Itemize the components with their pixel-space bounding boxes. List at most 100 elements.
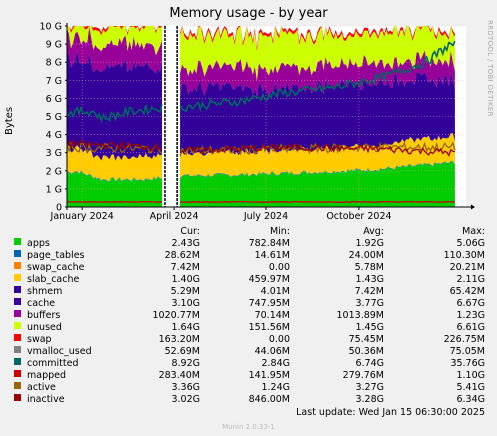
- legend-min: 0.00: [268, 334, 290, 345]
- legend-row-unused: unused 1.64G 151.56M 1.45G 6.61G: [0, 322, 497, 334]
- legend-min: 14.61M: [254, 250, 290, 261]
- munin-version: Munin 2.0.33-1: [222, 423, 275, 431]
- legend-swatch: [14, 310, 21, 317]
- legend-max: 20.21M: [449, 262, 485, 273]
- legend-swatch: [14, 262, 21, 269]
- legend-name: vmalloc_used: [27, 346, 92, 357]
- legend-cur: 2.43G: [171, 238, 200, 249]
- legend-cur: 7.42M: [170, 262, 200, 273]
- legend-cur: 52.69M: [164, 346, 200, 357]
- legend-min: 782.84M: [248, 238, 290, 249]
- legend-min: 0.00: [268, 262, 290, 273]
- legend-name: swap: [27, 334, 52, 345]
- legend-row-slab-cache: slab_cache 1.40G 459.97M 1.43G 2.11G: [0, 274, 497, 286]
- legend-row-cache: cache 3.10G 747.95M 3.77G 6.67G: [0, 298, 497, 310]
- chart-plot: 01 G2 G3 G4 G5 G6 G7 G8 G9 G10 G January…: [40, 22, 475, 222]
- legend-avg: 5.78M: [354, 262, 384, 273]
- x-tick-label: July 2024: [243, 211, 288, 222]
- legend-avg: 6.74G: [355, 358, 384, 369]
- legend-max: 1.23G: [456, 310, 485, 321]
- legend-name: slab_cache: [27, 274, 80, 285]
- legend-avg: 3.28G: [355, 394, 384, 405]
- legend-cur: 1.40G: [171, 274, 200, 285]
- legend-cur: 5.29M: [170, 286, 200, 297]
- legend-max: 1.10G: [456, 370, 485, 381]
- legend-row-swap: swap 163.20M 0.00 75.45M 226.75M: [0, 334, 497, 346]
- legend-name: cache: [27, 298, 56, 309]
- legend-swatch: [14, 370, 21, 377]
- legend-header-max: Max:: [462, 226, 485, 237]
- data-gap: [164, 25, 178, 208]
- y-tick-label: 10 G: [40, 22, 62, 33]
- last-update: Last update: Wed Jan 15 06:30:00 2025: [296, 407, 485, 418]
- legend-name: page_tables: [27, 250, 85, 261]
- legend-swatch: [14, 286, 21, 293]
- x-tick-label: April 2024: [150, 211, 199, 222]
- legend-header-min: Min:: [269, 226, 290, 237]
- legend-cur: 3.36G: [171, 382, 200, 393]
- line-mapped-seg1: [179, 200, 455, 203]
- legend-avg: 279.76M: [342, 370, 384, 381]
- legend-row-page-tables: page_tables 28.62M 14.61M 24.00M 110.30M: [0, 250, 497, 262]
- legend-name: inactive: [27, 394, 65, 405]
- gap-area: [164, 25, 178, 208]
- legend-max: 65.42M: [449, 286, 485, 297]
- legend-swatch: [14, 334, 21, 341]
- x-axis-arrow: [471, 204, 475, 210]
- x-tick-label: January 2024: [50, 211, 114, 222]
- legend-header-cur: Cur:: [180, 226, 200, 237]
- y-tick-label: 3 G: [46, 148, 62, 159]
- y-tick-label: 4 G: [46, 130, 62, 141]
- legend-row-apps: apps 2.43G 782.84M 1.92G 5.06G: [0, 238, 497, 250]
- munin-graph: Memory usage - by year RRDTOOL / TOBI OE…: [0, 0, 497, 436]
- legend-name: committed: [27, 358, 79, 369]
- legend-name: active: [27, 382, 56, 393]
- legend-avg: 1013.89M: [336, 310, 384, 321]
- y-tick-label: 5 G: [46, 112, 62, 123]
- legend-row-swap-cache: swap_cache 7.42M 0.00 5.78M 20.21M: [0, 262, 497, 274]
- legend-cur: 8.92G: [171, 358, 200, 369]
- y-tick-label: 6 G: [46, 94, 62, 105]
- legend-rows: apps 2.43G 782.84M 1.92G 5.06G page_tables 28.…: [0, 238, 497, 406]
- legend-swatch: [14, 298, 21, 305]
- legend-row-vmalloc-used: vmalloc_used 52.69M 44.06M 50.36M 75.05M: [0, 346, 497, 358]
- legend-min: 1.24G: [261, 382, 290, 393]
- legend-header: Cur: Min: Avg: Max:: [0, 226, 497, 238]
- legend-swatch: [14, 274, 21, 281]
- legend-min: 747.95M: [248, 298, 290, 309]
- x-tick-label: October 2024: [326, 211, 391, 222]
- legend-avg: 50.36M: [348, 346, 384, 357]
- legend-header-avg: Avg:: [363, 226, 384, 237]
- legend-swatch: [14, 382, 21, 389]
- legend-avg: 7.42M: [354, 286, 384, 297]
- legend-min: 70.14M: [254, 310, 290, 321]
- legend-max: 5.41G: [456, 382, 485, 393]
- legend-name: swap_cache: [27, 262, 85, 273]
- legend-row-active: active 3.36G 1.24G 3.27G 5.41G: [0, 382, 497, 394]
- legend-min: 151.56M: [248, 322, 290, 333]
- legend-name: unused: [27, 322, 62, 333]
- legend-min: 459.97M: [248, 274, 290, 285]
- x-axis-ticks: January 2024 April 2024 July 2024 October 2…: [50, 207, 392, 222]
- legend-row-inactive: inactive 3.02G 846.00M 3.28G 6.34G: [0, 394, 497, 406]
- stacked-areas: [67, 26, 455, 207]
- legend-avg: 75.45M: [348, 334, 384, 345]
- legend-max: 5.06G: [456, 238, 485, 249]
- line-mapped-seg0: [66, 200, 163, 203]
- legend-min: 4.01M: [260, 286, 290, 297]
- legend-max: 2.11G: [456, 274, 485, 285]
- y-tick-label: 7 G: [46, 76, 62, 87]
- legend-swatch: [14, 322, 21, 329]
- legend-swatch: [14, 250, 21, 257]
- legend-max: 6.34G: [456, 394, 485, 405]
- legend-max: 110.30M: [443, 250, 485, 261]
- legend-row-mapped: mapped 283.40M 141.95M 279.76M 1.10G: [0, 370, 497, 382]
- legend-row-shmem: shmem 5.29M 4.01M 7.42M 65.42M: [0, 286, 497, 298]
- legend-max: 35.76G: [450, 358, 485, 369]
- legend-min: 2.84G: [261, 358, 290, 369]
- legend-cur: 28.62M: [164, 250, 200, 261]
- legend-avg: 3.77G: [355, 298, 384, 309]
- legend-name: mapped: [27, 370, 67, 381]
- y-tick-label: 2 G: [46, 166, 62, 177]
- legend-cur: 1020.77M: [152, 310, 200, 321]
